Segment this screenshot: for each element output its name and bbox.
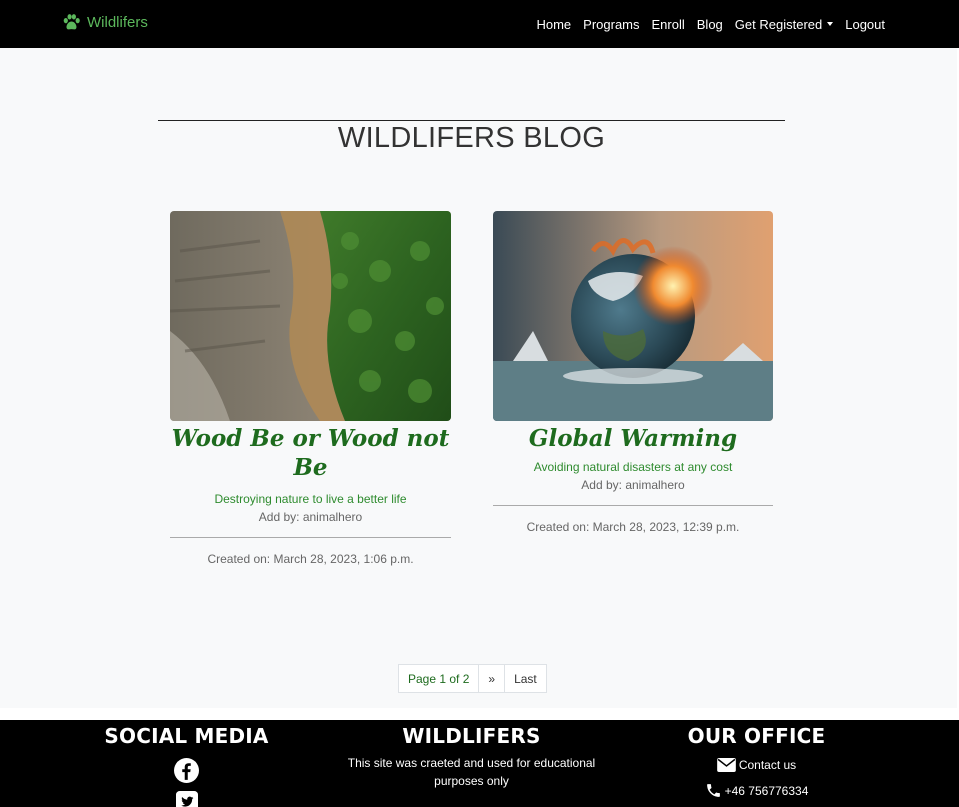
post-excerpt: Avoiding natural disasters at any cost (533, 460, 733, 474)
nav-links: Home Programs Enroll Blog Get Registered… (524, 0, 885, 48)
page-title: WILDLIFERS BLOG (337, 122, 606, 154)
nav-logout[interactable]: Logout (845, 17, 885, 32)
nav-get-registered-dropdown[interactable]: Get Registered (734, 16, 834, 32)
footer-social-heading: SOCIAL MEDIA (104, 724, 269, 748)
footer-office-heading: OUR OFFICE (687, 724, 826, 748)
nav-programs[interactable]: Programs (583, 17, 639, 32)
footer-brand-column: WILDLIFERS This site was craeted and use… (340, 720, 603, 790)
envelope-icon (716, 758, 736, 772)
post-divider (170, 537, 451, 538)
pagination-last-button[interactable]: Last (504, 664, 547, 693)
footer-office-column: OUR OFFICE Contact us +46 756776334 (670, 720, 843, 799)
twitter-link[interactable] (100, 791, 273, 807)
contact-link[interactable]: Contact us (670, 758, 843, 772)
post-divider (493, 505, 773, 506)
pagination-next-button[interactable]: » (478, 664, 506, 693)
facebook-link[interactable] (100, 758, 273, 783)
brand-name: Wildlifers (87, 14, 148, 31)
nav-home[interactable]: Home (536, 17, 571, 32)
post-title[interactable]: Wood Be or Wood not Be (170, 424, 451, 482)
footer-social-column: SOCIAL MEDIA (100, 720, 273, 807)
blog-post-card: Wood Be or Wood not Be Destroying nature… (170, 211, 451, 566)
post-author: Add by: animalhero (258, 510, 363, 524)
pagination: Page 1 of 2 » Last (398, 664, 547, 693)
paw-icon (63, 14, 80, 30)
post-excerpt: Destroying nature to live a better life (214, 492, 407, 506)
nav-enroll[interactable]: Enroll (652, 17, 685, 32)
navbar: Wildlifers Home Programs Enroll Blog Get… (0, 0, 959, 48)
contact-label: Contact us (738, 758, 797, 772)
brand-link[interactable]: Wildlifers (62, 13, 148, 32)
blog-post-card: Global Warming Avoiding natural disaster… (493, 211, 773, 534)
nav-get-registered-label: Get Registered (734, 16, 823, 32)
post-created-date: Created on: March 28, 2023, 12:39 p.m. (526, 520, 740, 534)
pagination-current-page[interactable]: Page 1 of 2 (398, 664, 480, 693)
post-author: Add by: animalhero (581, 478, 685, 492)
footer-brand-text: This site was craeted and used for educa… (347, 756, 596, 788)
twitter-icon (175, 791, 198, 807)
title-divider (158, 120, 785, 121)
post-image-global-warming[interactable] (493, 211, 773, 421)
phone-line: +46 756776334 (670, 782, 843, 799)
main-content: WILDLIFERS BLOG Wood Be or Wood not Be D… (0, 48, 957, 708)
footer: SOCIAL MEDIA WILDLIFERS This site was cr… (0, 720, 959, 807)
footer-brand-heading: WILDLIFERS (402, 724, 541, 748)
post-title[interactable]: Global Warming (493, 424, 773, 453)
post-created-date: Created on: March 28, 2023, 1:06 p.m. (207, 552, 414, 566)
facebook-icon (174, 758, 199, 783)
post-image-deforestation[interactable] (170, 211, 451, 421)
phone-icon (706, 784, 720, 797)
caret-down-icon (827, 22, 834, 26)
phone-number: +46 756776334 (724, 783, 809, 798)
nav-blog[interactable]: Blog (697, 17, 723, 32)
